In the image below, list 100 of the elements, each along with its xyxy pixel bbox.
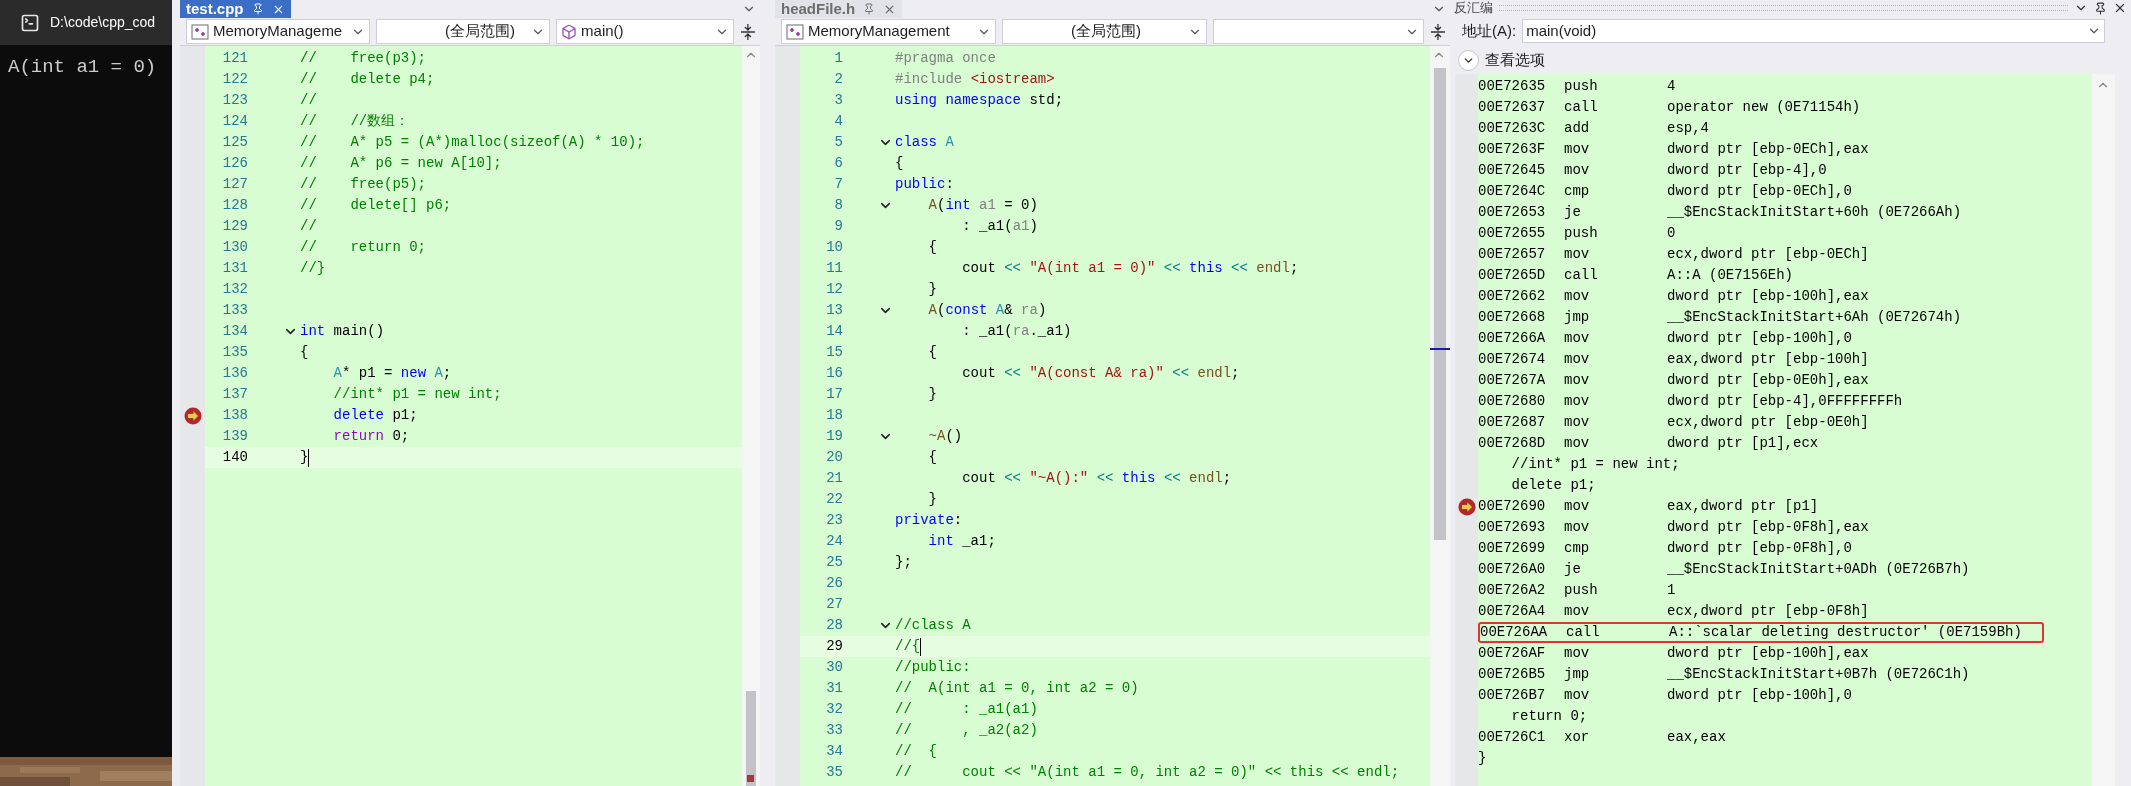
scrollbar-thumb[interactable]: [1434, 68, 1446, 540]
pin-icon[interactable]: [251, 3, 264, 15]
code-line: ~A(): [927, 427, 963, 446]
code-line: A(int a1 = 0): [927, 196, 1038, 215]
line-number: 133: [221, 301, 248, 320]
line-number: 10: [825, 238, 843, 257]
expand-toggle[interactable]: [1458, 49, 1479, 71]
instruction-text: cmp: [1564, 182, 1591, 201]
operand-text: dword ptr [ebp-100h],0: [1667, 329, 1852, 348]
code-line: //public:: [895, 658, 971, 677]
operand-text: A::`scalar deleting destructor' (0E7159Bh): [1669, 623, 2022, 642]
code-line: public:: [895, 175, 954, 194]
code-line: {: [895, 154, 904, 173]
tab-label: headFile.h: [781, 0, 856, 18]
line-number: 14: [825, 322, 843, 341]
source-line: return 0;: [1510, 707, 1588, 726]
instruction-text: push: [1564, 224, 1599, 243]
line-number: 125: [221, 133, 248, 152]
address-text: 00E72687: [1478, 413, 1547, 432]
scrollbar[interactable]: [1430, 46, 1450, 786]
line-number: 19: [825, 427, 843, 446]
address-text: 00E72637: [1478, 98, 1547, 117]
scroll-marker: [1430, 348, 1450, 350]
dropdown[interactable]: (全局范围): [1002, 19, 1208, 44]
code-line: //: [300, 91, 317, 110]
code-line: {: [300, 343, 309, 362]
line-number: 132: [221, 280, 248, 299]
code-line: // free(p5);: [300, 175, 427, 194]
instruction-text: add: [1564, 119, 1591, 138]
instruction-text: push: [1564, 581, 1599, 600]
view-options-label[interactable]: 查看选项: [1485, 48, 1545, 72]
editor-tab[interactable]: test.cpp: [180, 0, 291, 18]
address-text: 00E726B7: [1478, 686, 1547, 705]
code-line: A(const A& ra): [927, 301, 1047, 320]
scrollbar-thumb[interactable]: [746, 691, 756, 786]
line-number: 134: [221, 322, 248, 341]
dropdown[interactable]: main(): [556, 19, 735, 44]
pin-icon[interactable]: [2094, 1, 2107, 15]
operand-text: A::A (0E7156Eh): [1667, 266, 1794, 285]
instruction-text: cmp: [1564, 539, 1591, 558]
project-icon: [191, 23, 209, 40]
address-text: 00E7263C: [1478, 119, 1547, 138]
code-line: //class A: [895, 616, 971, 635]
operand-text: dword ptr [p1],ecx: [1667, 434, 1819, 453]
text-cursor: [308, 448, 310, 467]
code-line: }: [927, 280, 937, 299]
address-text: 00E72645: [1478, 161, 1547, 180]
address-text: 00E72690: [1478, 497, 1547, 516]
line-number: 6: [833, 154, 843, 173]
line-number: 16: [825, 364, 843, 383]
dropdown[interactable]: MemoryManagement: [781, 19, 996, 44]
address-text: 00E72657: [1478, 245, 1547, 264]
terminal-icon: [20, 12, 40, 33]
line-number: 23: [825, 511, 843, 530]
operand-text: dword ptr [ebp-0E0h],eax: [1667, 371, 1869, 390]
line-number: 11: [825, 259, 843, 278]
instruction-text: call: [1564, 98, 1599, 117]
operand-text: __$EncStackInitStart+6Ah (0E72674h): [1667, 308, 1962, 327]
line-number: 35: [825, 763, 843, 782]
code-line: // return 0;: [300, 238, 427, 257]
code-line: : _a1(ra._a1): [961, 322, 1072, 341]
code-line: // delete p4;: [300, 70, 435, 89]
operand-text: ecx,dword ptr [ebp-0F8h]: [1667, 602, 1869, 621]
code-line: cout << "A(const A& ra)" << endl;: [961, 364, 1240, 383]
instruction-text: mov: [1564, 392, 1591, 411]
scrollbar[interactable]: [742, 46, 760, 786]
line-number: 1: [833, 49, 843, 68]
line-number: 33: [825, 721, 843, 740]
address-text: 00E72693: [1478, 518, 1547, 537]
operand-text: dword ptr [ebp-100h],eax: [1667, 644, 1869, 663]
line-number: 131: [221, 259, 248, 278]
operand-text: dword ptr [ebp-4],0: [1667, 161, 1827, 180]
scrollbar[interactable]: [2092, 74, 2115, 786]
instruction-text: je: [1564, 203, 1582, 222]
address-text: 00E72635: [1478, 77, 1547, 96]
code-line: // A* p5 = (A*)malloc(sizeof(A) * 10);: [300, 133, 645, 152]
operand-text: 1: [1667, 581, 1676, 600]
line-number: 127: [221, 175, 248, 194]
code-line: // delete[] p6;: [300, 196, 452, 215]
close-icon[interactable]: [2113, 1, 2127, 15]
split-icon[interactable]: [1430, 22, 1446, 41]
dropdown[interactable]: (全局范围): [376, 19, 551, 44]
split-icon[interactable]: [740, 22, 756, 41]
code-line: }: [300, 448, 309, 467]
code-line: #include <iostream>: [895, 70, 1055, 89]
line-number: 139: [221, 427, 248, 446]
code-line: return 0;: [332, 427, 410, 446]
line-number: 128: [221, 196, 248, 215]
instruction-text: mov: [1564, 434, 1591, 453]
dropdown[interactable]: MemoryManageme: [186, 19, 370, 44]
instruction-text: mov: [1564, 350, 1591, 369]
line-number: 31: [825, 679, 843, 698]
code-line: // free(p3);: [300, 49, 427, 68]
console-output: A(int a1 = 0): [8, 56, 157, 78]
operand-text: 4: [1667, 77, 1676, 96]
code-line: //}: [300, 259, 326, 278]
address-text: 00E726A4: [1478, 602, 1547, 621]
address-text: 00E7267A: [1478, 371, 1547, 390]
address-field[interactable]: main(void): [1522, 19, 2105, 43]
line-number: 138: [221, 406, 248, 425]
